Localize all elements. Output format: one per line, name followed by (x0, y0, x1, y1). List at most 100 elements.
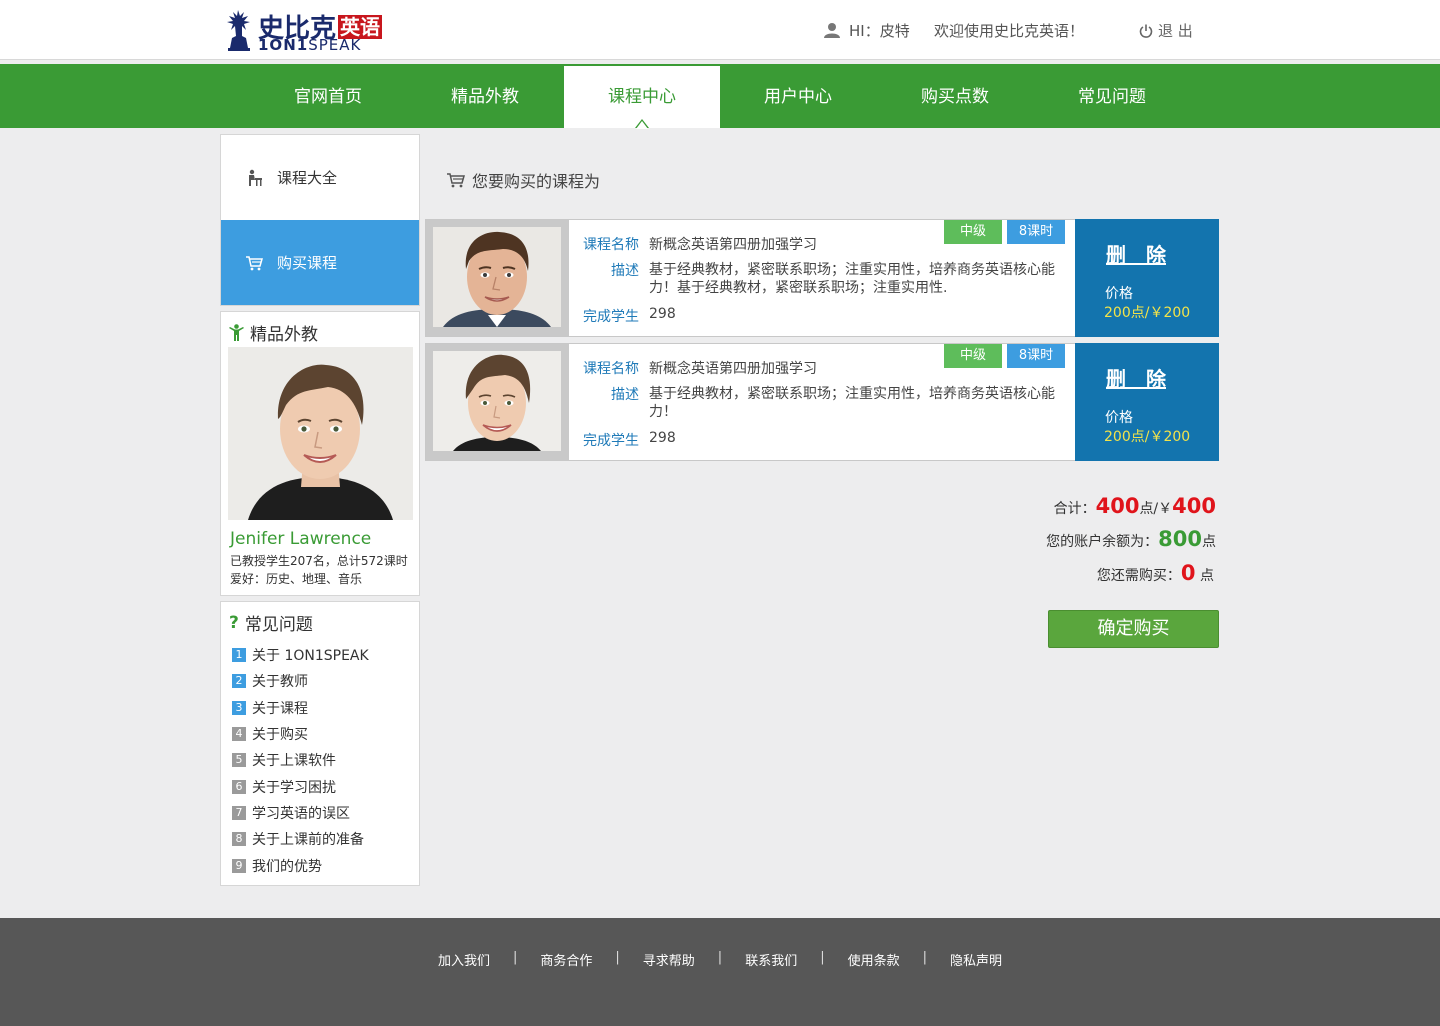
faq-number: 8 (232, 832, 246, 847)
featured-teacher-title: 精品外教 (229, 320, 318, 345)
total-points: 400 (1095, 494, 1140, 518)
course-photo-frame (426, 344, 569, 460)
footer-separator: | (512, 950, 518, 965)
page-title: 您要购买的课程为 (446, 168, 600, 192)
logout-button[interactable]: 退 出 (1139, 20, 1193, 41)
course-level-badge: 中级 (944, 220, 1002, 244)
faq-label: 我们的优势 (252, 858, 322, 875)
footer-link-contact[interactable]: 联系我们 (745, 950, 797, 969)
delete-course-button[interactable]: 删 除 (1106, 363, 1166, 392)
nav-item-buy-points[interactable]: 购买点数 (877, 66, 1033, 128)
course-level-badge: 中级 (944, 344, 1002, 368)
faq-item[interactable]: 4 关于购买 (232, 721, 369, 747)
total-label: 合计： (1053, 501, 1096, 517)
course-photo-frame (426, 220, 569, 336)
course-students-count: 298 (649, 430, 676, 446)
faq-number: 7 (232, 805, 246, 820)
faq-number: 4 (232, 727, 246, 742)
need-value: 0 (1180, 561, 1196, 585)
course-students-label: 完成学生 (583, 309, 639, 325)
logo[interactable]: 史比克 英语 1ON1SPEAK (222, 6, 383, 54)
sidebar-item-buy-course[interactable]: 购买课程 (221, 220, 419, 305)
teacher-portrait-image (228, 347, 413, 520)
price-label: 价格 (1105, 410, 1133, 426)
course-desc-label: 描述 (611, 387, 639, 403)
nav-item-home[interactable]: 官网首页 (250, 66, 406, 128)
faq-label: 关于上课软件 (252, 753, 336, 770)
course-hours-badge: 8课时 (1007, 220, 1065, 244)
confirm-purchase-button[interactable]: 确定购买 (1048, 610, 1219, 648)
course-hours-badge: 8课时 (1007, 344, 1065, 368)
faq-item[interactable]: 1 关于 1ON1SPEAK (232, 642, 369, 668)
faq-label: 关于教师 (252, 674, 308, 691)
footer-link-join-us[interactable]: 加入我们 (438, 950, 490, 969)
user-greeting[interactable]: HI：皮特 (849, 20, 910, 41)
faq-list: 1 关于 1ON1SPEAK 2 关于教师 3 关于课程 4 关于购买 5 关于上课软件 … (232, 642, 369, 879)
sidebar-item-label: 购买课程 (277, 254, 338, 272)
teacher-photo[interactable] (228, 347, 413, 520)
course-desc-label: 描述 (611, 263, 639, 279)
nav-item-user-center[interactable]: 用户中心 (720, 66, 876, 128)
delete-course-button[interactable]: 删 除 (1106, 239, 1166, 268)
statue-of-liberty-logo-icon (227, 10, 250, 51)
student-desk-icon (249, 169, 262, 186)
footer: 加入我们 | 商务合作 | 寻求帮助 | 联系我们 | 使用条款 | 隐私声明 (0, 918, 1440, 1026)
price-value: 200点/￥200 (1104, 305, 1191, 321)
faq-title: ? 常见问题 (229, 612, 313, 636)
course-teacher-photo[interactable] (433, 351, 561, 451)
sidebar-item-all-courses[interactable]: 课程大全 (221, 135, 419, 220)
footer-links: 加入我们 | 商务合作 | 寻求帮助 | 联系我们 | 使用条款 | 隐私声明 (0, 950, 1440, 969)
course-name-label: 课程名称 (583, 237, 639, 253)
balance-unit: 点 (1202, 534, 1216, 550)
main-nav: 官网首页 精品外教 课程中心 用户中心 购买点数 常见问题 (0, 64, 1440, 129)
course-card: 课程名称 新概念英语第四册加强学习 描述 基于经典教材，紧密联系职场；注重实用性… (425, 343, 1219, 461)
faq-label: 关于上课前的准备 (252, 832, 364, 849)
balance-value: 800 (1158, 527, 1202, 551)
total-points-unit: 点/￥ (1139, 501, 1173, 517)
faq-item[interactable]: 7 学习英语的误区 (232, 800, 369, 826)
cart-icon (246, 255, 263, 270)
footer-separator: | (615, 950, 620, 965)
points-needed: 您还需购买：0 点 (1097, 561, 1214, 585)
teacher-name[interactable]: Jenifer Lawrence (230, 529, 371, 549)
faq-number: 2 (232, 674, 246, 689)
footer-link-privacy[interactable]: 隐私声明 (950, 950, 1002, 969)
nav-item-teachers[interactable]: 精品外教 (407, 66, 563, 128)
footer-link-help[interactable]: 寻求帮助 (643, 950, 695, 969)
faq-label: 关于购买 (252, 727, 308, 744)
faq-item[interactable]: 8 关于上课前的准备 (232, 826, 369, 852)
question-icon: ? (229, 612, 239, 633)
faq-item[interactable]: 3 关于课程 (232, 695, 369, 721)
faq-number: 6 (232, 779, 246, 794)
course-card: 课程名称 新概念英语第四册加强学习 描述 基于经典教材，紧密联系职场；注重实用性… (425, 219, 1219, 337)
faq-item[interactable]: 2 关于教师 (232, 668, 369, 694)
footer-separator: | (717, 950, 723, 965)
course-name-label: 课程名称 (583, 361, 639, 377)
need-unit: 点 (1195, 568, 1214, 584)
footer-link-terms[interactable]: 使用条款 (848, 950, 900, 969)
course-description: 基于经典教材，紧密联系职场；注重实用性，培养商务英语核心能力！ (649, 386, 1055, 420)
course-name: 新概念英语第四册加强学习 (649, 361, 817, 377)
course-students-count: 298 (649, 306, 676, 322)
faq-label: 关于课程 (252, 700, 308, 717)
cart-icon (447, 173, 465, 188)
faq-label: 学习英语的误区 (252, 805, 350, 822)
nav-item-courses[interactable]: 课程中心 (564, 66, 720, 129)
faq-label: 关于学习困扰 (252, 779, 336, 796)
account-balance: 您的账户余额为：800点 (1046, 527, 1216, 551)
price-value: 200点/￥200 (1104, 429, 1191, 445)
course-price-panel: 删 除 价格 200点/￥200 (1075, 343, 1219, 461)
faq-item[interactable]: 9 我们的优势 (232, 852, 369, 878)
nav-item-faq[interactable]: 常见问题 (1034, 66, 1190, 128)
logo-english: 1ON1SPEAK (258, 36, 362, 54)
faq-item[interactable]: 5 关于上课软件 (232, 747, 369, 773)
course-price-panel: 删 除 价格 200点/￥200 (1075, 219, 1219, 337)
footer-link-business[interactable]: 商务合作 (540, 950, 592, 969)
faq-item[interactable]: 6 关于学习困扰 (232, 773, 369, 799)
user-icon (824, 23, 840, 38)
course-teacher-photo[interactable] (433, 227, 561, 327)
footer-separator: | (922, 950, 927, 965)
faq-number: 9 (232, 858, 246, 873)
total-money: 400 (1172, 494, 1216, 518)
faq-number: 5 (232, 753, 246, 768)
